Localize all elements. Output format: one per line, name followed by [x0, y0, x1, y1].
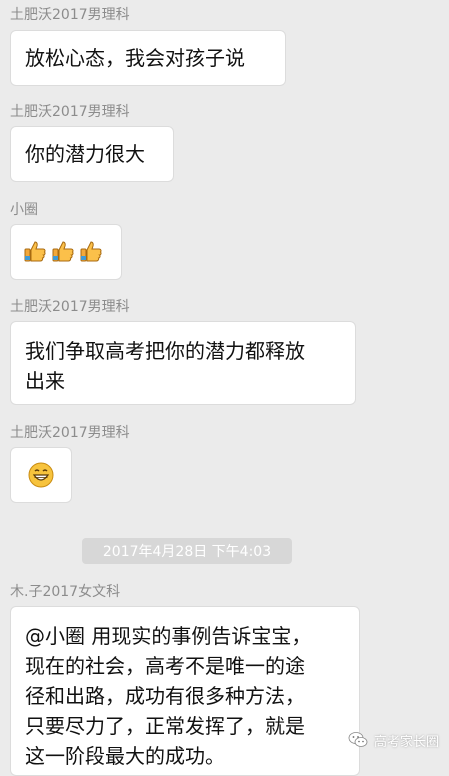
message-bubble[interactable] — [10, 447, 72, 503]
sender-name: 土肥沃2017男理科 — [10, 7, 130, 23]
message-text-line: @小圈 用现实的事例告诉宝宝， — [25, 624, 312, 648]
wechat-logo-icon — [348, 732, 368, 747]
sender-name: 土肥沃2017男理科 — [10, 299, 130, 315]
thumbs-up-icon — [52, 241, 74, 262]
message-bubble[interactable] — [10, 224, 122, 280]
message-text-line: 这一阶段最大的成功。 — [25, 744, 225, 768]
watermark: 高考家长圈 — [348, 730, 439, 750]
message-bubble[interactable]: 你的潜力很大 — [10, 126, 174, 182]
sender-name: 土肥沃2017男理科 — [10, 104, 130, 120]
timestamp-pill: 2017年4月28日 下午4:03 — [82, 538, 292, 564]
sender-name: 小圈 — [10, 202, 38, 218]
watermark-text: 高考家长圈 — [373, 734, 439, 750]
message-text: 放松心态，我会对孩子说 — [25, 46, 245, 70]
message-text: 你的潜力很大 — [25, 142, 145, 166]
sender-name: 木.子2017女文科 — [10, 584, 121, 600]
message-text-line: 我们争取高考把你的潜力都释放 — [25, 339, 305, 363]
thumbs-up-icon — [24, 241, 46, 262]
message-text-line: 径和出路，成功有很多种方法， — [25, 684, 305, 708]
message-text-line: 只要尽力了，正常发挥了，就是 — [25, 714, 305, 738]
sender-name: 土肥沃2017男理科 — [10, 425, 130, 441]
message-bubble[interactable]: 我们争取高考把你的潜力都释放 出来 — [10, 321, 356, 405]
message-bubble[interactable]: @小圈 用现实的事例告诉宝宝， 现在的社会，高考不是唯一的途 径和出路，成功有很… — [10, 606, 360, 776]
grinning-face-icon — [28, 462, 54, 488]
thumbs-up-icon — [80, 241, 102, 262]
message-text-line: 出来 — [25, 369, 65, 393]
message-bubble[interactable]: 放松心态，我会对孩子说 — [10, 30, 286, 86]
message-text-line: 现在的社会，高考不是唯一的途 — [25, 654, 305, 678]
emoji-row — [23, 239, 109, 263]
timestamp-text: 2017年4月28日 下午4:03 — [102, 544, 272, 560]
